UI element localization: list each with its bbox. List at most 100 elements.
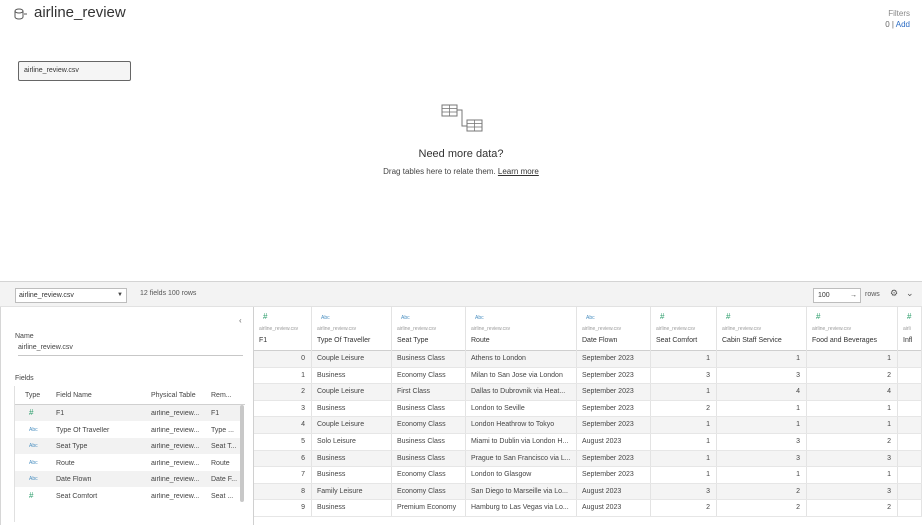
drag-hint-text: Drag tables here to relate them.	[383, 167, 496, 176]
table-cell: August 2023	[577, 500, 651, 516]
string-type-icon[interactable]: Abc	[321, 315, 330, 321]
table-cell: 3	[651, 367, 717, 384]
table-cell: 3	[807, 450, 898, 467]
header-physical-table[interactable]: Physical Table	[151, 392, 196, 399]
string-type-icon[interactable]: Abc	[29, 443, 49, 449]
string-type-icon[interactable]: Abc	[29, 460, 49, 466]
table-cell: Business	[312, 500, 392, 516]
field-name: Type Of Traveller	[56, 426, 110, 434]
header-remote-name[interactable]: Rem...	[211, 392, 232, 399]
number-type-icon[interactable]: #	[263, 312, 267, 321]
field-row[interactable]: Abc Seat Type airline_review... Seat T...	[15, 438, 241, 456]
table-cell: September 2023	[577, 450, 651, 467]
datasource-icon	[14, 7, 28, 19]
table-cell: Milan to San Jose via London	[466, 367, 577, 384]
column-table-name: airline_review.csv	[812, 326, 852, 332]
table-cell: September 2023	[577, 384, 651, 400]
column-header[interactable]: Abc airline_review.csv Type Of Traveller	[312, 307, 392, 351]
column-header[interactable]: # airline_review.csv Cabin Staff Service	[717, 307, 807, 351]
field-row[interactable]: # Seat Comfort airline_review... Seat ...	[15, 488, 241, 505]
column-table-name: airline_review.csv	[259, 326, 299, 332]
column-header[interactable]: # airline_review.csv Food and Beverages	[807, 307, 898, 351]
table-row: 3 Business Business Class London to Seville…	[254, 400, 922, 418]
datasource-title[interactable]: airline_review	[34, 4, 126, 21]
fields-scrollbar[interactable]	[240, 405, 244, 502]
column-field-name[interactable]: Type Of Traveller	[317, 337, 370, 344]
datasource-header: airline_review	[14, 4, 126, 21]
fields-label: Fields	[15, 375, 34, 382]
number-type-icon[interactable]: #	[816, 312, 820, 321]
gear-icon[interactable]: ⚙	[890, 288, 898, 299]
table-cell	[898, 434, 922, 450]
join-canvas[interactable]: airline_review Filters 0 | Add airline_r…	[0, 0, 922, 281]
number-type-icon[interactable]: #	[29, 408, 49, 417]
field-remote: Type ...	[211, 426, 234, 434]
table-cell: 1	[651, 351, 717, 367]
string-type-icon[interactable]: Abc	[29, 476, 49, 482]
field-remote: Date F...	[211, 476, 238, 484]
field-row[interactable]: Abc Type Of Traveller airline_review... Typ…	[15, 422, 241, 439]
table-cell: Economy Class	[392, 483, 466, 500]
number-type-icon[interactable]: #	[660, 312, 664, 321]
filters-count: 0	[885, 20, 890, 29]
table-row: 4 Couple Leisure Economy Class London Heath…	[254, 417, 922, 434]
column-header[interactable]: # airline_review.csv F1	[254, 307, 312, 351]
metadata-panel: ‹ Name airline_review.csv Fields Type Fi…	[1, 307, 254, 525]
string-type-icon[interactable]: Abc	[586, 315, 595, 321]
table-cell: Economy Class	[392, 367, 466, 384]
table-cell: Solo Leisure	[312, 434, 392, 450]
string-type-icon[interactable]: Abc	[401, 315, 410, 321]
field-row[interactable]: Abc Route airline_review... Route	[15, 455, 241, 472]
header-field-name[interactable]: Field Name	[56, 392, 92, 399]
table-cell: 4	[254, 417, 312, 433]
string-type-icon[interactable]: Abc	[29, 427, 49, 433]
table-row: 5 Solo Leisure Business Class Miami to Dubl…	[254, 434, 922, 451]
table-cell: San Diego to Marseille via Lo...	[466, 483, 577, 500]
column-header[interactable]: # airline_review.csv Seat Comfort	[651, 307, 717, 351]
column-field-name[interactable]: Cabin Staff Service	[722, 337, 782, 344]
table-select[interactable]: airline_review.csv ▼	[15, 288, 127, 303]
number-type-icon[interactable]: #	[726, 312, 730, 321]
column-header[interactable]: Abc airline_review.csv Date Flown	[577, 307, 651, 351]
column-header[interactable]: Abc airline_review.csv Route	[466, 307, 577, 351]
column-field-name[interactable]: Infl	[903, 337, 912, 344]
name-field[interactable]: airline_review.csv	[18, 344, 243, 356]
apply-rows-icon[interactable]: →	[850, 289, 857, 302]
field-row[interactable]: # F1 airline_review... F1	[15, 405, 241, 422]
table-row: 8 Family Leisure Economy Class San Diego to…	[254, 483, 922, 501]
add-filter-link[interactable]: Add	[896, 20, 910, 29]
column-field-name[interactable]: Seat Comfort	[656, 337, 697, 344]
table-cell: London to Glasgow	[466, 467, 577, 483]
number-type-icon[interactable]: #	[29, 491, 49, 500]
column-field-name[interactable]: F1	[259, 337, 267, 344]
number-type-icon[interactable]: #	[907, 312, 911, 321]
table-cell	[898, 367, 922, 384]
table-cell: Business Class	[392, 450, 466, 467]
table-row: 2 Couple Leisure First Class Dallas to Dubr…	[254, 384, 922, 401]
string-type-icon[interactable]: Abc	[475, 315, 484, 321]
collapse-panel-icon[interactable]: ‹	[239, 316, 242, 325]
field-name: Seat Type	[56, 443, 88, 451]
table-cell: 2	[651, 500, 717, 516]
rows-input[interactable]: 100 →	[813, 288, 861, 303]
table-cell: Premium Economy	[392, 500, 466, 516]
column-field-name[interactable]: Food and Beverages	[812, 337, 877, 344]
table-cell: 3	[651, 483, 717, 500]
table-cell: Couple Leisure	[312, 384, 392, 400]
table-cell: September 2023	[577, 467, 651, 483]
table-cell: 1	[254, 367, 312, 384]
column-header[interactable]: # airli Infl	[898, 307, 922, 351]
field-table: airline_review...	[151, 476, 200, 484]
field-row[interactable]: Abc Date Flown airline_review... Date F...	[15, 471, 241, 489]
learn-more-link[interactable]: Learn more	[498, 167, 539, 176]
column-field-name[interactable]: Seat Type	[397, 337, 428, 344]
table-cell: 1	[717, 351, 807, 367]
chevron-down-icon[interactable]: ⌄	[906, 288, 914, 299]
canvas-table-pill[interactable]: airline_review.csv	[18, 61, 131, 81]
column-field-name[interactable]: Date Flown	[582, 337, 617, 344]
table-row: 7 Business Economy Class London to Glasgow S…	[254, 467, 922, 484]
column-field-name[interactable]: Route	[471, 337, 490, 344]
table-cell: 5	[254, 434, 312, 450]
header-type[interactable]: Type	[25, 392, 40, 399]
column-header[interactable]: Abc airline_review.csv Seat Type	[392, 307, 466, 351]
